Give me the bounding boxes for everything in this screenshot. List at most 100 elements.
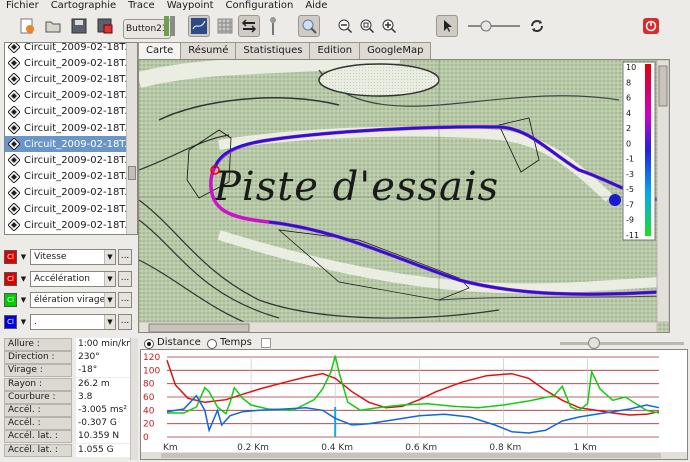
profile-graph[interactable]: 120 100 80 60 40 20 0 Km 0.2 Km 0.4 Km 0.6 Km 0.8 K…: [140, 349, 688, 460]
data-selector-combo[interactable]: Vitesse ▼: [30, 249, 116, 265]
temps-label[interactable]: Temps: [220, 337, 252, 348]
map-view-icon[interactable]: [188, 15, 210, 37]
track-list-item[interactable]: Circuit_2009-02-18T...: [5, 185, 127, 201]
zoom-in-icon[interactable]: [378, 15, 400, 37]
graph-scroll-thumb: [161, 453, 661, 458]
data-selector-combo[interactable]: Accélération ▼: [30, 271, 116, 287]
more-button[interactable]: ...: [118, 271, 132, 287]
track-list-item[interactable]: Circuit_2009-02-18T...: [5, 88, 127, 104]
track-list-item[interactable]: Circuit_2009-02-18T...: [5, 43, 127, 55]
grid-icon[interactable]: [214, 15, 236, 37]
track-list-scrollbar[interactable]: [126, 43, 137, 234]
track-list-item[interactable]: Circuit_2009-02-18T...: [5, 169, 127, 185]
track-list-item[interactable]: Circuit_2009-02-18T...: [5, 71, 127, 87]
magic-wand-icon[interactable]: [298, 15, 320, 37]
track-icon: [7, 88, 21, 103]
colorbar-tick-label: -9: [626, 216, 634, 225]
more-button[interactable]: ...: [118, 292, 132, 308]
distance-radio[interactable]: [144, 339, 154, 349]
property-value: 10.359 N: [76, 430, 132, 444]
tab-statistiques[interactable]: Statistiques: [235, 42, 311, 59]
track-label: Circuit_2009-02-18T...: [24, 73, 127, 85]
color-swatch[interactable]: Cl: [4, 250, 17, 264]
distance-label[interactable]: Distance: [157, 337, 201, 348]
menu-aide[interactable]: Aide: [305, 0, 327, 12]
legend-icon[interactable]: [160, 15, 182, 37]
track-icon: [7, 218, 21, 232]
save-icon[interactable]: [68, 15, 90, 37]
color-swatch[interactable]: Cl: [4, 315, 17, 329]
color-swatch[interactable]: Cl: [4, 293, 17, 307]
property-row: Courbure : 3.8: [4, 390, 138, 405]
data-selector-combo[interactable]: élération virage ▼: [30, 292, 116, 308]
property-key: Accél. lat. :: [4, 443, 72, 457]
track-list-item[interactable]: Circuit_2009-02-18T...: [5, 55, 127, 71]
y-tick-label: 20: [143, 420, 155, 430]
data-selector-combo[interactable]: . ▼: [30, 314, 116, 330]
chevron-down-icon[interactable]: ▼: [19, 272, 28, 286]
toolbar: Button23: [0, 12, 690, 42]
refresh-icon[interactable]: [526, 15, 548, 37]
menu-waypoint[interactable]: Waypoint: [167, 0, 214, 12]
graph-zoom-slider[interactable]: [560, 342, 684, 345]
tab-resume[interactable]: Résumé: [180, 42, 237, 59]
more-button[interactable]: ...: [118, 314, 132, 330]
settings-icon[interactable]: [238, 15, 260, 37]
data-selector-value: élération virage: [34, 295, 106, 305]
properties-scrollbar[interactable]: [130, 338, 138, 460]
temps-radio[interactable]: [207, 339, 217, 349]
more-button[interactable]: ...: [118, 249, 132, 265]
track-icon: [7, 72, 21, 87]
menu-cartographie[interactable]: Cartographie: [51, 0, 116, 12]
x-tick-label: Km: [163, 443, 178, 453]
graph-option-checkbox[interactable]: [261, 338, 271, 348]
track-list-item[interactable]: Circuit_2009-02-18T...: [5, 217, 127, 233]
quit-icon[interactable]: [640, 15, 662, 37]
track-icon: [7, 169, 21, 184]
slider-icon[interactable]: [466, 15, 522, 37]
track-flag-icon: [7, 137, 21, 151]
zoom-out-icon[interactable]: [334, 15, 356, 37]
track-list[interactable]: Circuit_2009-02-18T... Circuit_2009-02-18…: [4, 42, 138, 235]
pin-icon[interactable]: [262, 15, 284, 37]
properties-panel: Allure :1:00 min/km Direction :230° Virage…: [4, 338, 138, 460]
chevron-down-icon[interactable]: ▼: [19, 293, 28, 307]
graph-zoom-handle[interactable]: [588, 337, 600, 349]
colorbar-tick-label: -5: [626, 185, 634, 194]
series-line-1: [167, 355, 660, 415]
menu-configuration[interactable]: Configuration: [225, 0, 293, 12]
save-as-icon[interactable]: [94, 15, 116, 37]
y-tick-label: 40: [143, 406, 155, 416]
color-swatch[interactable]: Cl: [4, 272, 17, 286]
track-icon: [7, 202, 21, 216]
pointer-icon[interactable]: [436, 15, 458, 37]
property-value: -3.005 ms²: [76, 404, 132, 417]
track-list-item[interactable]: Circuit_2009-02-18T...: [5, 136, 127, 153]
colorbar-tick-label: 2: [626, 124, 631, 133]
track-list-item[interactable]: Circuit_2009-02-18T...: [5, 152, 127, 168]
scroll-thumb[interactable]: [128, 166, 136, 180]
tab-googlemap[interactable]: GoogleMap: [359, 42, 432, 59]
menu-trace[interactable]: Trace: [128, 0, 155, 12]
menu-fichier[interactable]: Fichier: [6, 0, 39, 12]
track-list-item[interactable]: Circuit_2009-02-18T...: [5, 104, 127, 120]
tab-edition[interactable]: Edition: [309, 42, 361, 59]
open-folder-icon[interactable]: [42, 15, 64, 37]
zoom-fit-icon[interactable]: [356, 15, 378, 37]
chevron-down-icon[interactable]: ▼: [19, 315, 28, 329]
chevron-down-icon: ▼: [104, 272, 115, 286]
map-canvas[interactable]: Piste d'essais 10 8 6 4 2 0 -1 -3 -5 -7 -9 -11: [139, 60, 670, 333]
new-track-icon[interactable]: [16, 15, 38, 37]
track-label: Circuit_2009-02-18T...: [24, 90, 127, 102]
track-list-item[interactable]: Circuit_2009-02-18T...: [5, 233, 127, 234]
x-tick-label: 0.6 Km: [405, 443, 437, 453]
profile-chart[interactable]: 120 100 80 60 40 20 0 Km 0.2 Km 0.4 Km 0.6 Km 0.8 K…: [141, 350, 687, 459]
y-tick-label: 60: [143, 393, 155, 403]
track-list-item[interactable]: Circuit_2009-02-18T...: [5, 201, 127, 217]
track-list-item[interactable]: Circuit_2009-02-18T...: [5, 120, 127, 136]
colorbar-tick-label: -11: [626, 231, 639, 240]
tab-carte[interactable]: Carte: [138, 42, 182, 59]
map-view[interactable]: Piste d'essais 10 8 6 4 2 0 -1 -3 -5 -7 -9 -11: [138, 59, 670, 333]
chevron-down-icon[interactable]: ▼: [19, 250, 28, 264]
property-key: Allure :: [4, 338, 72, 351]
